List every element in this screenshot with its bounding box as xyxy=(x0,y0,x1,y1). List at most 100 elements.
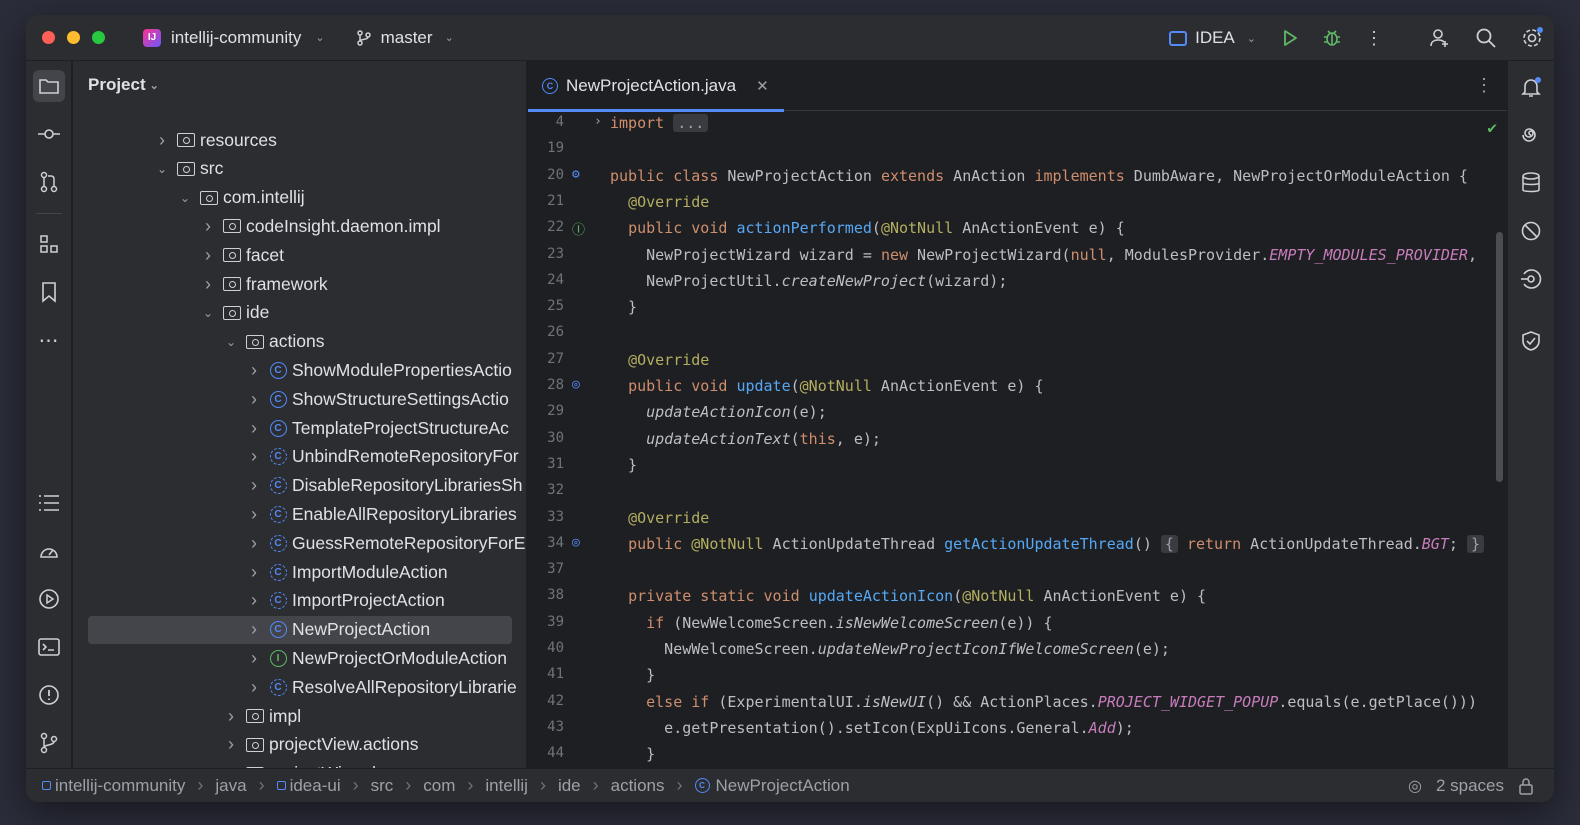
chevron-down-icon[interactable]: ⌄ xyxy=(201,306,215,320)
tree-node[interactable]: › projectWizard xyxy=(73,760,526,768)
editor-tab-active[interactable]: C NewProjectAction.java ✕ xyxy=(528,61,784,112)
chevron-right-icon[interactable]: › xyxy=(247,562,261,583)
profiler-tool-button[interactable] xyxy=(33,535,65,567)
chevron-right-icon[interactable]: › xyxy=(247,418,261,439)
package-icon xyxy=(246,707,264,725)
close-icon[interactable]: ✕ xyxy=(756,77,769,95)
endpoints-tool-button[interactable] xyxy=(1517,265,1545,293)
tree-node[interactable]: › C ShowStructureSettingsActio xyxy=(73,385,526,413)
chevron-down-icon[interactable]: ⌄ xyxy=(155,162,169,176)
bookmarks-tool-button[interactable] xyxy=(33,276,65,308)
chevron-right-icon[interactable]: › xyxy=(201,216,215,237)
close-window-button[interactable] xyxy=(42,31,55,44)
zoom-window-button[interactable] xyxy=(92,31,105,44)
commit-tool-button[interactable] xyxy=(33,118,65,150)
chevron-right-icon[interactable]: › xyxy=(224,706,238,727)
security-tool-button[interactable] xyxy=(1517,327,1545,355)
tree-node[interactable]: › framework xyxy=(73,270,526,298)
run-button[interactable] xyxy=(1278,26,1302,50)
tree-node[interactable]: › C ImportProjectAction xyxy=(73,587,526,615)
gutter-marker-icon[interactable]: ⚙ xyxy=(572,167,580,182)
todo-tool-button[interactable] xyxy=(33,487,65,519)
breadcrumb-item[interactable]: actions xyxy=(611,776,665,796)
chevron-right-icon[interactable]: › xyxy=(201,245,215,266)
breadcrumb-item[interactable]: intellij xyxy=(485,776,528,796)
project-panel-header[interactable]: Project ⌄ xyxy=(73,61,526,109)
run-tool-button[interactable] xyxy=(33,583,65,615)
gutter-marker-icon[interactable]: ◎ xyxy=(572,535,580,550)
project-tool-button[interactable] xyxy=(33,70,65,102)
structure-tool-button[interactable] xyxy=(33,228,65,260)
project-widget[interactable]: IJ intellij-community ⌄ xyxy=(143,28,325,48)
tree-node[interactable]: ⌄ src xyxy=(73,155,526,183)
chevron-right-icon[interactable]: › xyxy=(247,590,261,611)
chevron-right-icon[interactable]: › xyxy=(247,389,261,410)
breadcrumb-item[interactable]: ide xyxy=(558,776,581,796)
tree-node[interactable]: › C ResolveAllRepositoryLibrarie xyxy=(73,673,526,701)
tree-node[interactable]: › resources xyxy=(73,126,526,154)
more-vertical-icon[interactable]: ⋮ xyxy=(1475,75,1493,96)
search-everywhere-button[interactable] xyxy=(1474,26,1498,50)
tree-node[interactable]: › C ShowModulePropertiesActio xyxy=(73,356,526,384)
tree-node[interactable]: ⌄ actions xyxy=(73,328,526,356)
tree-node[interactable]: › projectView.actions xyxy=(73,731,526,759)
ai-assistant-tool-button[interactable] xyxy=(1517,121,1545,149)
chevron-right-icon[interactable]: › xyxy=(247,504,261,525)
gutter-marker-icon[interactable]: ◎ xyxy=(572,377,580,392)
more-tool-windows-button[interactable]: ⋯ xyxy=(33,324,65,356)
chevron-right-icon[interactable]: › xyxy=(224,734,238,755)
chevron-right-icon[interactable]: › xyxy=(247,446,261,467)
tree-node[interactable]: › C EnableAllRepositoryLibraries xyxy=(73,500,526,528)
tree-node[interactable]: › I NewProjectOrModuleAction xyxy=(73,644,526,672)
lock-icon[interactable] xyxy=(1518,777,1534,795)
breadcrumb-item[interactable]: NewProjectAction xyxy=(716,776,850,796)
tree-node[interactable]: › impl xyxy=(73,702,526,730)
tree-node[interactable]: › codeInsight.daemon.impl xyxy=(73,212,526,240)
chevron-right-icon[interactable]: › xyxy=(247,533,261,554)
chevron-right-icon[interactable]: › xyxy=(155,130,169,151)
run-configuration-selector[interactable]: IDEA ⌄ xyxy=(1169,28,1256,48)
indent-widget[interactable]: 2 spaces xyxy=(1436,776,1504,796)
tree-node[interactable]: › C ImportModuleAction xyxy=(73,558,526,586)
chevron-right-icon[interactable]: › xyxy=(247,475,261,496)
chevron-down-icon[interactable]: ⌄ xyxy=(224,335,238,349)
minimize-window-button[interactable] xyxy=(67,31,80,44)
problems-tool-button[interactable] xyxy=(33,679,65,711)
tree-node[interactable]: ⌄ com.intellij xyxy=(73,184,526,212)
gutter-marker-icon[interactable]: Ⓘ xyxy=(572,219,585,238)
chevron-right-icon[interactable]: › xyxy=(201,274,215,295)
breadcrumb-item[interactable]: intellij-community xyxy=(55,776,185,796)
breadcrumb-item[interactable]: com xyxy=(423,776,455,796)
vcs-branch-widget[interactable]: master ⌄ xyxy=(355,28,454,48)
tree-node[interactable]: › C NewProjectAction xyxy=(73,615,526,644)
chevron-right-icon[interactable]: › xyxy=(224,763,238,768)
tree-node[interactable]: › C DisableRepositoryLibrariesSh xyxy=(73,472,526,500)
terminal-tool-button[interactable] xyxy=(33,631,65,663)
ai-spiral-icon[interactable]: ◎ xyxy=(1408,776,1422,796)
fold-icon[interactable]: › xyxy=(594,114,602,129)
database-tool-button[interactable] xyxy=(1517,169,1545,197)
notifications-tool-button[interactable] xyxy=(1517,73,1545,101)
account-button[interactable] xyxy=(1428,26,1452,50)
tree-node[interactable]: › C GuessRemoteRepositoryForE xyxy=(73,529,526,557)
tree-node[interactable]: › C UnbindRemoteRepositoryFor xyxy=(73,443,526,471)
breadcrumb-item[interactable]: src xyxy=(371,776,394,796)
pull-requests-tool-button[interactable] xyxy=(33,166,65,198)
tree-node[interactable]: › facet xyxy=(73,241,526,269)
editor-scrollbar[interactable] xyxy=(1496,232,1503,482)
chevron-right-icon[interactable]: › xyxy=(247,648,261,669)
chevron-right-icon[interactable]: › xyxy=(247,619,261,640)
breadcrumb-item[interactable]: java xyxy=(215,776,246,796)
settings-button[interactable] xyxy=(1520,26,1544,50)
chevron-right-icon[interactable]: › xyxy=(247,360,261,381)
chevron-down-icon[interactable]: ⌄ xyxy=(178,191,192,205)
chevron-right-icon[interactable]: › xyxy=(247,677,261,698)
code-editor[interactable]: ✔ 4 › import ... 19 20 ⚙ public class NewProje… xyxy=(528,112,1507,768)
more-actions-button[interactable]: ⋮ xyxy=(1362,26,1386,50)
git-tool-button[interactable] xyxy=(33,727,65,759)
disabled-tool-button[interactable] xyxy=(1517,217,1545,245)
tree-node[interactable]: ⌄ ide xyxy=(73,299,526,327)
tree-node[interactable]: › C TemplateProjectStructureAc xyxy=(73,414,526,442)
debug-button[interactable] xyxy=(1320,26,1344,50)
breadcrumb-item[interactable]: idea-ui xyxy=(290,776,341,796)
